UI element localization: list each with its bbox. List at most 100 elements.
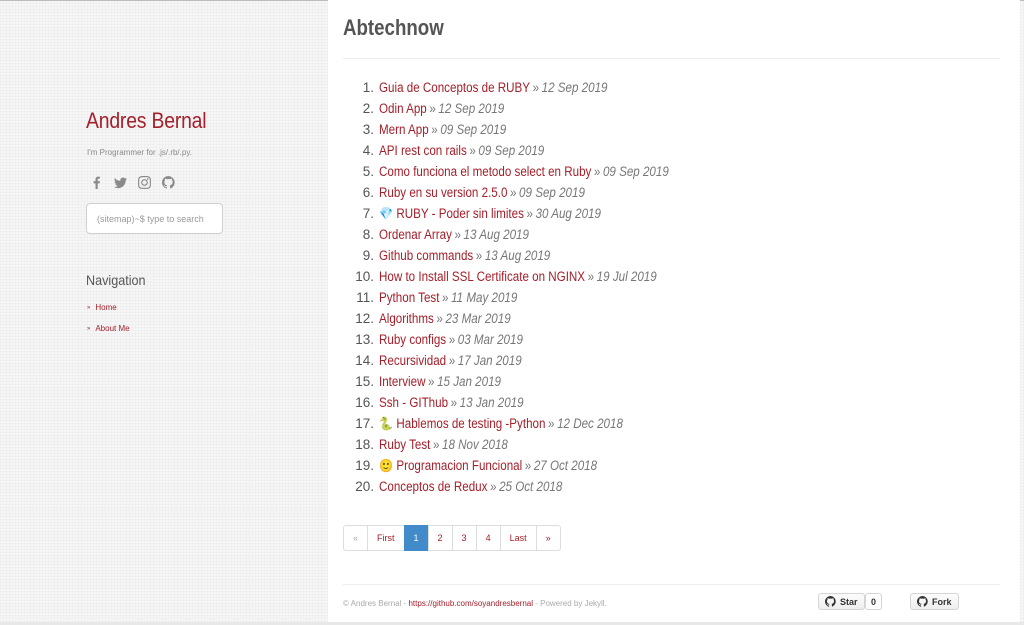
post-separator: » (526, 205, 533, 221)
post-date: 13 Aug 2019 (484, 248, 551, 263)
post-entry: Algorithms» 23 Mar 2019 (379, 311, 511, 326)
post-number: 17. (355, 416, 374, 431)
post-entry: API rest con rails» 09 Sep 2019 (379, 143, 544, 158)
github-icon[interactable] (160, 174, 176, 190)
post-list-item: 4. API rest con rails» 09 Sep 2019 (343, 140, 716, 161)
post-entry: 🐍 Hablemos de testing -Python» 12 Dec 2018 (379, 416, 623, 432)
github-fork-button[interactable]: Fork (910, 593, 959, 610)
github-star-button[interactable]: Star (818, 593, 865, 610)
post-link[interactable]: Hablemos de testing -Python (396, 416, 545, 431)
post-link[interactable]: Ssh - GIThub (379, 395, 448, 410)
fork-label: Fork (932, 596, 952, 607)
post-list-item: 14. Recursividad» 17 Jan 2019 (343, 350, 716, 371)
nav-item-about-me[interactable]: » About Me (87, 318, 130, 339)
pagination-item[interactable]: Last (499, 525, 537, 551)
post-list-item: 19. 🙂 Programacion Funcional» 27 Oct 2018 (343, 455, 716, 476)
post-date: 09 Sep 2019 (440, 122, 507, 137)
post-entry: Como funciona el metodo select en Ruby» 0… (379, 164, 669, 179)
site-title[interactable]: Andres Bernal (86, 108, 207, 134)
post-list-item: 10. How to Install SSL Certificate on NGI… (343, 266, 716, 287)
pagination-item[interactable]: 4 (475, 525, 501, 551)
footer-copyright: © Andres Bernal - (343, 599, 409, 608)
post-link[interactable]: Guia de Conceptos de RUBY (379, 80, 530, 95)
nav-link-home[interactable]: Home (95, 303, 116, 312)
footer-powered-by: - Powered by Jekyll. (533, 599, 607, 608)
post-link[interactable]: Ordenar Array (379, 227, 452, 242)
post-list: 1. Guia de Conceptos de RUBY» 12 Sep 2019 2… (343, 77, 716, 497)
facebook-icon[interactable] (88, 174, 104, 190)
instagram-icon[interactable] (136, 174, 152, 190)
post-emoji-icon: 💎 (379, 205, 393, 221)
post-separator: » (490, 479, 497, 494)
post-separator: » (429, 101, 436, 116)
twitter-icon[interactable] (112, 174, 128, 190)
post-entry: Ruby configs» 03 Mar 2019 (379, 332, 523, 347)
nav-link-about-me[interactable]: About Me (95, 324, 129, 333)
post-entry: Ruby Test» 18 Nov 2018 (379, 437, 508, 452)
post-date: 18 Nov 2018 (442, 437, 508, 452)
post-link[interactable]: How to Install SSL Certificate on NGINX (379, 269, 585, 284)
post-list-item: 20. Conceptos de Redux» 25 Oct 2018 (343, 476, 716, 497)
post-date: 03 Mar 2019 (457, 332, 523, 347)
post-link[interactable]: Como funciona el metodo select en Ruby (379, 164, 591, 179)
post-list-item: 6. Ruby en su version 2.5.0» 09 Sep 2019 (343, 182, 716, 203)
pagination-item[interactable]: 3 (451, 525, 477, 551)
pagination-item[interactable]: First (367, 525, 405, 551)
post-emoji-icon: 🙂 (379, 457, 393, 473)
post-emoji-icon: 🐍 (379, 415, 393, 431)
post-separator: » (593, 164, 601, 179)
post-list-item: 7. 💎 RUBY - Poder sin limites» 30 Aug 2019 (343, 203, 716, 224)
post-date: 12 Dec 2018 (557, 415, 623, 431)
post-list-item: 3. Mern App» 09 Sep 2019 (343, 119, 716, 140)
post-list-item: 17. 🐍 Hablemos de testing -Python» 12 Dec 2… (343, 413, 716, 434)
post-link[interactable]: Ruby en su version 2.5.0 (379, 185, 507, 200)
post-entry: Ssh - GIThub» 13 Jan 2019 (379, 395, 524, 410)
post-date: 12 Sep 2019 (438, 101, 505, 116)
post-entry: 💎 RUBY - Poder sin limites» 30 Aug 2019 (379, 206, 601, 222)
post-number: 1. (362, 80, 374, 95)
title-divider (343, 58, 1000, 59)
post-entry: Recursividad» 17 Jan 2019 (379, 353, 522, 368)
pagination-item[interactable]: 2 (427, 525, 453, 551)
post-entry: Interview» 15 Jan 2019 (379, 374, 501, 389)
post-separator: » (454, 227, 461, 242)
post-link[interactable]: Ruby Test (379, 437, 430, 452)
post-link[interactable]: API rest con rails (379, 143, 467, 158)
footer-divider (343, 584, 1000, 585)
post-link[interactable]: Ruby configs (379, 332, 446, 347)
post-separator: » (431, 122, 438, 137)
post-link[interactable]: Conceptos de Redux (379, 479, 487, 494)
post-list-item: 13. Ruby configs» 03 Mar 2019 (343, 329, 716, 350)
post-entry: Ordenar Array» 13 Aug 2019 (379, 227, 529, 242)
sidebar: Andres Bernal I'm Programmer for .js/.rb… (0, 0, 328, 625)
github-star-count[interactable]: 0 (865, 593, 883, 610)
post-date: 12 Sep 2019 (541, 80, 608, 95)
post-date: 27 Oct 2018 (533, 457, 598, 473)
post-list-item: 5. Como funciona el metodo select en Ruby… (343, 161, 716, 182)
post-list-item: 2. Odin App» 12 Sep 2019 (343, 98, 716, 119)
post-entry: Conceptos de Redux» 25 Oct 2018 (379, 479, 562, 494)
post-link[interactable]: Algorithms (379, 311, 434, 326)
post-link[interactable]: Odin App (379, 101, 427, 116)
post-link[interactable]: RUBY - Poder sin limites (396, 206, 524, 221)
post-entry: How to Install SSL Certificate on NGINX»… (379, 269, 657, 284)
pagination-item[interactable]: » (535, 525, 561, 551)
post-link[interactable]: Interview (379, 374, 425, 389)
post-number: 15. (355, 374, 374, 389)
post-link[interactable]: Programacion Funcional (396, 458, 522, 473)
post-date: 13 Aug 2019 (463, 227, 529, 242)
navigation-list: » Home » About Me (87, 297, 130, 339)
post-link[interactable]: Python Test (379, 290, 439, 305)
post-list-item: 12. Algorithms» 23 Mar 2019 (343, 308, 716, 329)
post-date: 11 May 2019 (451, 290, 518, 305)
post-link[interactable]: Mern App (379, 122, 429, 137)
post-date: 25 Oct 2018 (499, 479, 563, 494)
post-link[interactable]: Github commands (379, 248, 473, 263)
footer-github-link[interactable]: https://github.com/soyandresbernal (408, 599, 533, 608)
search-input[interactable] (86, 203, 223, 234)
post-separator: » (548, 415, 555, 431)
post-separator: » (442, 290, 449, 305)
nav-item-home[interactable]: » Home (87, 297, 130, 318)
post-link[interactable]: Recursividad (379, 353, 446, 368)
pagination-item[interactable]: 1 (403, 525, 429, 551)
